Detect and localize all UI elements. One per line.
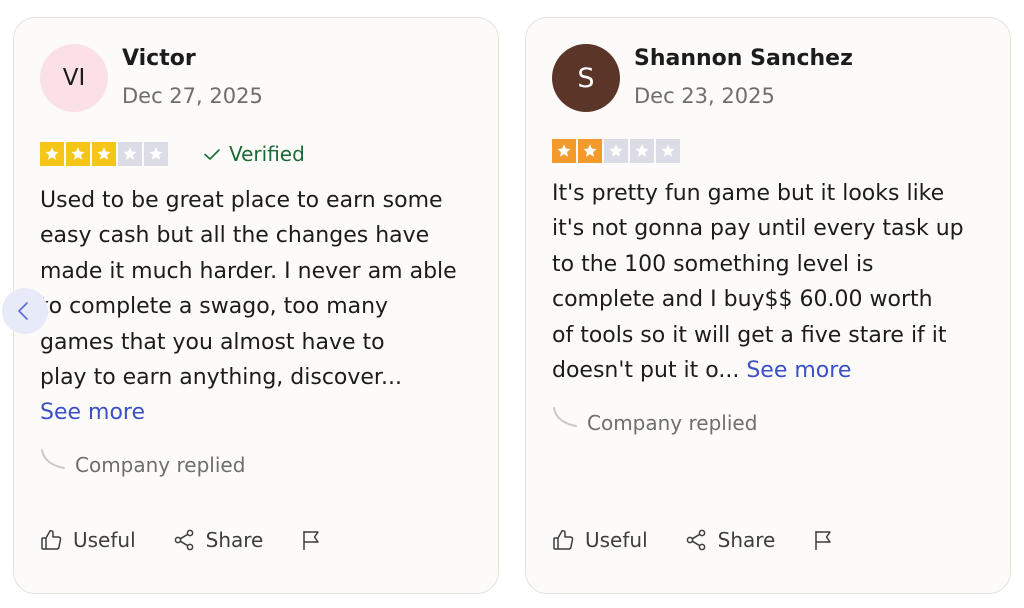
review-text: Used to be great place to earn some easy… <box>40 183 480 431</box>
star-filled <box>40 142 64 166</box>
reply-curve-icon <box>553 407 577 427</box>
see-more-link[interactable]: See more <box>40 395 480 430</box>
review-text: It's pretty fun game but it looks like i… <box>552 176 992 388</box>
reply-curve-icon <box>41 449 65 469</box>
see-more-link[interactable]: See more <box>746 358 851 383</box>
star-icon <box>71 147 85 160</box>
share-label: Share <box>205 528 264 552</box>
star-filled <box>92 142 116 166</box>
flag-icon <box>815 531 832 550</box>
share-icon <box>686 529 705 551</box>
review-card: S Shannon Sanchez Dec 23, 2025 It's pret… <box>525 17 1011 594</box>
review-actions: Useful Share <box>551 528 835 552</box>
company-replied-label: Company replied <box>587 411 758 435</box>
star-rating <box>40 142 168 166</box>
star-filled <box>66 142 90 166</box>
star-icon <box>149 147 163 160</box>
review-text-line: It's pretty fun game but it looks like <box>552 181 945 206</box>
review-text-line: to complete a swago, too many <box>40 294 389 320</box>
review-text-line-end: doesn't put it o... <box>552 358 740 384</box>
review-text-line: to the 100 something level is <box>552 251 874 277</box>
share-button[interactable]: Share <box>172 528 264 552</box>
company-replied-label: Company replied <box>75 453 246 477</box>
review-text-line: complete and I buy$$ 60.00 worth <box>552 287 933 313</box>
review-text-line: it's not gonna pay until every task up <box>552 216 964 242</box>
star-empty <box>118 142 142 166</box>
review-date: Dec 27, 2025 <box>122 84 263 108</box>
star-empty <box>604 139 628 163</box>
star-icon <box>123 147 137 160</box>
star-icon <box>583 144 597 157</box>
share-button[interactable]: Share <box>684 528 776 552</box>
star-icon <box>635 144 649 157</box>
reviewer-name[interactable]: Shannon Sanchez <box>634 46 853 71</box>
useful-button[interactable]: Useful <box>39 528 136 552</box>
star-filled <box>578 139 602 163</box>
thumbs-up-icon <box>41 530 62 550</box>
star-empty <box>144 142 168 166</box>
review-card: VI Victor Dec 27, 2025 Verified Used to … <box>2 17 499 594</box>
review-text-line: made it much harder. I never am able <box>40 258 457 284</box>
verified-label: Verified <box>229 142 305 166</box>
star-icon <box>609 144 623 157</box>
useful-button[interactable]: Useful <box>551 528 648 552</box>
star-icon <box>97 147 111 160</box>
star-filled <box>552 139 576 163</box>
company-replied[interactable]: Company replied <box>552 406 757 435</box>
star-icon <box>557 144 571 157</box>
useful-label: Useful <box>585 528 648 552</box>
star-icon <box>661 144 675 157</box>
star-rating <box>552 139 680 163</box>
review-text-line: play to earn anything, discover... <box>40 365 402 391</box>
avatar: S <box>552 44 620 112</box>
useful-label: Useful <box>73 528 136 552</box>
review-date: Dec 23, 2025 <box>634 84 775 108</box>
report-button[interactable] <box>299 528 323 552</box>
reviews-carousel: VI Victor Dec 27, 2025 Verified Used to … <box>0 0 1024 608</box>
verified-badge: Verified <box>202 142 305 166</box>
review-actions: Useful Share <box>39 528 323 552</box>
star-icon <box>45 147 59 160</box>
avatar: VI <box>40 44 108 112</box>
checkmark-icon <box>204 149 220 160</box>
previous-review-button[interactable] <box>2 288 48 334</box>
review-text-line: of tools so it will get a five stare if … <box>552 322 947 348</box>
review-text-line: games that you almost have to <box>40 329 385 355</box>
star-empty <box>630 139 654 163</box>
flag-icon <box>303 531 320 550</box>
report-button[interactable] <box>811 528 835 552</box>
star-empty <box>656 139 680 163</box>
review-text-line: Used to be great place to earn some <box>40 188 443 213</box>
review-text-line: doesn't put it o... See more <box>552 353 992 388</box>
chevron-left-icon <box>18 302 28 320</box>
company-replied[interactable]: Company replied <box>40 448 245 477</box>
thumbs-up-icon <box>553 530 574 550</box>
review-text-line: easy cash but all the changes have <box>40 223 430 249</box>
reviewer-name[interactable]: Victor <box>122 46 196 71</box>
share-icon <box>174 529 193 551</box>
share-label: Share <box>717 528 776 552</box>
